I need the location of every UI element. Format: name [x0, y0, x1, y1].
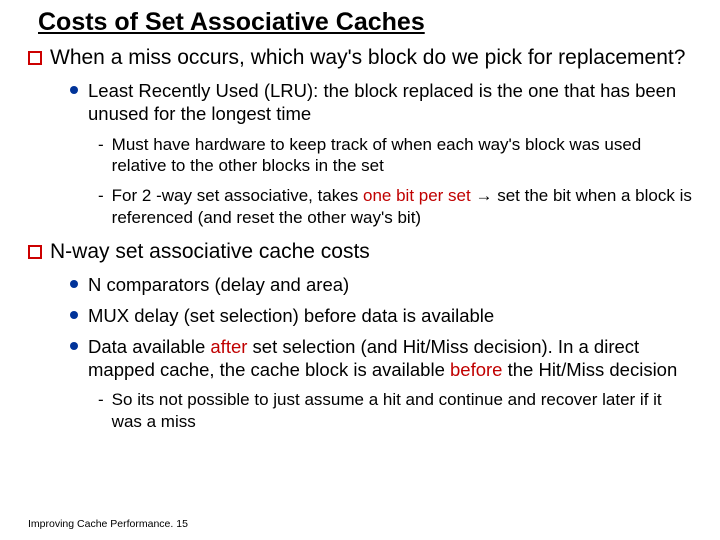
dash-bullet-icon: - — [98, 389, 104, 410]
bullet-level2: Least Recently Used (LRU): the block rep… — [70, 79, 692, 125]
dash-bullet-icon: - — [98, 134, 104, 155]
q2-b1-text: N comparators (delay and area) — [88, 273, 349, 296]
text-part: Data available — [88, 336, 210, 357]
q2-b3-d1-text: So its not possible to just assume a hit… — [112, 389, 692, 433]
bullet-level3: - Must have hardware to keep track of wh… — [98, 134, 692, 178]
dot-bullet-icon — [70, 280, 78, 288]
dot-bullet-icon — [70, 86, 78, 94]
bullet-level2: MUX delay (set selection) before data is… — [70, 304, 692, 327]
q2-b2-text: MUX delay (set selection) before data is… — [88, 304, 494, 327]
q1-b1-d2-text: For 2 -way set associative, takes one bi… — [112, 185, 692, 229]
bullet-level3: - So its not possible to just assume a h… — [98, 389, 692, 433]
q1-text: When a miss occurs, which way's block do… — [50, 45, 685, 71]
square-bullet-icon — [28, 245, 42, 259]
text-pre: For 2 -way set associative, takes — [112, 186, 363, 205]
dot-bullet-icon — [70, 342, 78, 350]
slide-footer: Improving Cache Performance. 15 — [28, 518, 188, 530]
q2-b3-text: Data available after set selection (and … — [88, 335, 692, 381]
text-emphasis: before — [450, 359, 502, 380]
q1-b1-d1-text: Must have hardware to keep track of when… — [112, 134, 692, 178]
bullet-level2: N comparators (delay and area) — [70, 273, 692, 296]
text-emphasis: one bit per set — [363, 186, 471, 205]
slide: Costs of Set Associative Caches When a m… — [0, 0, 720, 540]
bullet-level1: When a miss occurs, which way's block do… — [28, 45, 692, 71]
text-emphasis: after — [210, 336, 247, 357]
q2-text: N-way set associative cache costs — [50, 239, 370, 265]
bullet-level3: - For 2 -way set associative, takes one … — [98, 185, 692, 229]
bullet-level1: N-way set associative cache costs — [28, 239, 692, 265]
q1-b1-text: Least Recently Used (LRU): the block rep… — [88, 79, 692, 125]
slide-title: Costs of Set Associative Caches — [28, 8, 692, 37]
text-part: the Hit/Miss decision — [502, 359, 677, 380]
dash-bullet-icon: - — [98, 185, 104, 206]
square-bullet-icon — [28, 51, 42, 65]
bullet-level2: Data available after set selection (and … — [70, 335, 692, 381]
dot-bullet-icon — [70, 311, 78, 319]
